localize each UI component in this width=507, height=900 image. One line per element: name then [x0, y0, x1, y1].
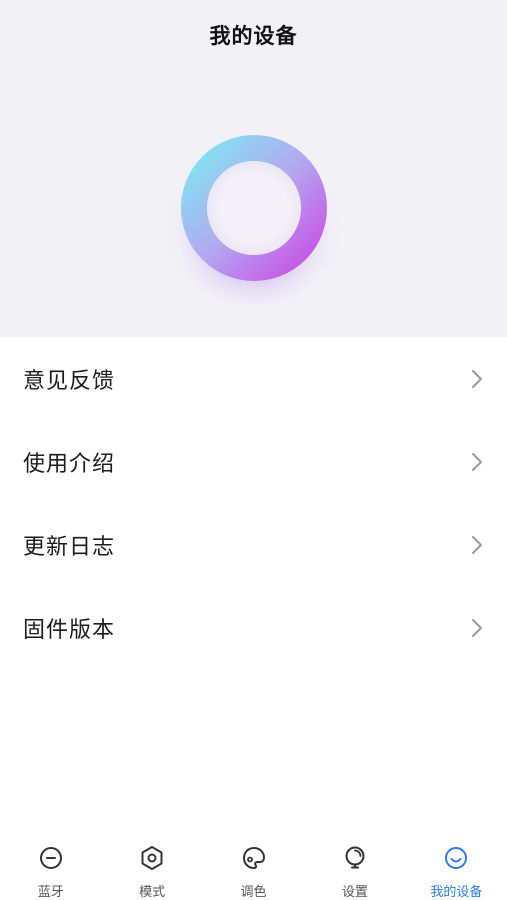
tab-my-device[interactable]: 我的设备 — [406, 830, 507, 900]
bulb-settings-icon — [345, 846, 365, 869]
chevron-right-icon — [472, 369, 482, 388]
page-title: 我的设备 — [209, 24, 298, 48]
chevron-right-icon — [472, 618, 482, 637]
mode-hexagon-icon — [141, 846, 163, 870]
tab-settings[interactable]: 设置 — [304, 830, 405, 900]
chevron-right-icon — [472, 452, 482, 471]
tab-bluetooth[interactable]: 蓝牙 — [0, 830, 101, 900]
settings-menu: 意见反馈 使用介绍 更新日志 固件版本 — [0, 337, 507, 669]
menu-item-label: 使用介绍 — [23, 451, 116, 477]
device-ring-graphic — [158, 112, 350, 304]
tab-label: 蓝牙 — [37, 885, 64, 900]
chevron-right-icon — [472, 535, 482, 554]
tab-mode[interactable]: 模式 — [101, 830, 202, 900]
menu-item-feedback[interactable]: 意见反馈 — [0, 337, 507, 420]
menu-item-label: 意见反馈 — [23, 368, 116, 394]
smile-face-icon — [445, 847, 468, 869]
tab-label: 我的设备 — [430, 885, 483, 900]
header: 我的设备 — [0, 0, 507, 337]
menu-item-label: 固件版本 — [23, 617, 116, 643]
menu-item-changelog[interactable]: 更新日志 — [0, 503, 507, 586]
tab-label: 设置 — [341, 885, 368, 900]
menu-item-firmware-version[interactable]: 固件版本 — [0, 586, 507, 669]
bluetooth-icon — [39, 847, 62, 869]
menu-item-label: 更新日志 — [23, 534, 116, 560]
tab-label: 模式 — [139, 885, 166, 900]
palette-icon — [242, 847, 265, 869]
tab-color[interactable]: 调色 — [203, 830, 304, 900]
bottom-tab-bar: 蓝牙 模式 调色 设置 我的设备 — [0, 830, 507, 900]
tab-label: 调色 — [240, 885, 267, 900]
menu-item-usage-guide[interactable]: 使用介绍 — [0, 420, 507, 503]
